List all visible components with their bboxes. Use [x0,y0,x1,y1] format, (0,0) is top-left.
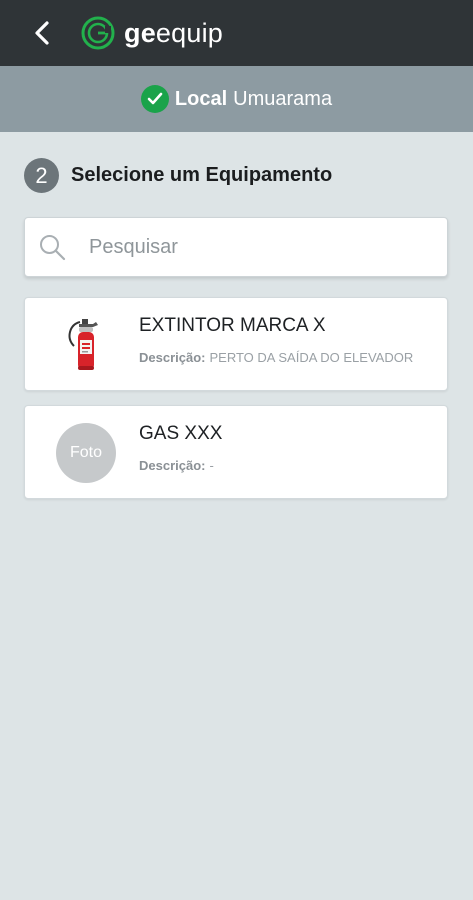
back-button[interactable] [25,16,59,50]
app-header: geequip [0,0,473,66]
equipment-thumbnail: Foto [55,422,117,484]
equipment-description: Descrição: PERTO DA SAÍDA DO ELEVADOR [139,350,413,365]
geequip-logo-icon [81,16,115,50]
search-input[interactable] [87,234,411,260]
app-logo: geequip [81,16,223,50]
equipment-description: Descrição: - [139,458,214,473]
search-box[interactable] [24,217,448,277]
description-value: PERTO DA SAÍDA DO ELEVADOR [209,350,414,365]
step-title: Selecione um Equipamento [71,164,333,186]
equipment-thumbnail [55,314,117,376]
location-label: Local [174,87,228,110]
equipment-list-item[interactable]: Foto GAS XXX Descrição: - [24,405,448,499]
equipment-list-item[interactable]: EXTINTOR MARCA X Descrição: PERTO DA SAÍD… [24,297,448,391]
step-header: 2 Selecione um Equipamento [24,158,332,193]
location-value: Umuarama [233,87,333,110]
search-icon [37,232,67,262]
equipment-name: GAS XXX [139,423,223,444]
location-bar: Local Umuarama [0,66,473,132]
step-number-badge: 2 [24,158,59,193]
description-label: Descrição: [139,458,206,473]
fire-extinguisher-icon [68,319,98,370]
equipment-name: EXTINTOR MARCA X [139,315,326,336]
description-label: Descrição: [139,350,206,365]
chevron-left-icon [35,21,49,45]
description-value: - [209,458,214,473]
photo-placeholder: Foto [56,423,116,483]
logo-wordmark: geequip [124,17,223,48]
check-circle-icon [140,85,169,113]
